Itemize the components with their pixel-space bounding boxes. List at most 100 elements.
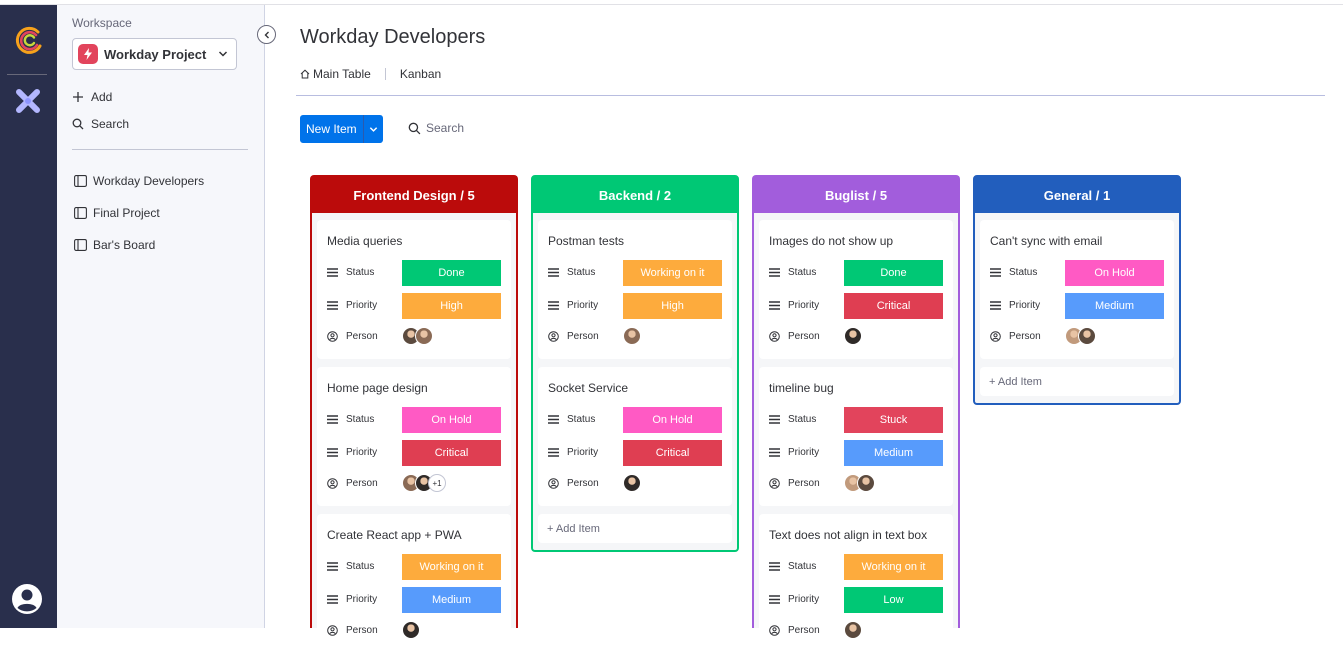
rail-divider	[7, 74, 47, 75]
board-link-label: Final Project	[93, 206, 160, 220]
card-title[interactable]: Postman tests	[548, 234, 722, 256]
person-avatars[interactable]	[402, 327, 428, 345]
collapse-panel-button[interactable]	[257, 25, 276, 44]
person-row: Person	[769, 469, 943, 497]
kanban-card[interactable]: Create React app + PWAStatusWorking on i…	[317, 514, 511, 653]
kanban-card[interactable]: timeline bugStatusStuckPriorityMediumPer…	[759, 367, 953, 506]
person-avatar	[844, 621, 862, 639]
person-avatar	[1078, 327, 1096, 345]
card-title[interactable]: Home page design	[327, 381, 501, 403]
column-header[interactable]: Backend / 2	[533, 177, 737, 213]
card-title[interactable]: Images do not show up	[769, 234, 943, 256]
priority-pill[interactable]: High	[402, 293, 501, 319]
tab-main-table[interactable]: Main Table	[300, 67, 371, 81]
person-avatar	[623, 474, 641, 492]
person-label: Person	[788, 478, 844, 489]
kanban-card[interactable]: Home page designStatusOn HoldPriorityCri…	[317, 367, 511, 506]
status-label: Status	[567, 267, 623, 278]
tab-kanban[interactable]: Kanban	[400, 67, 441, 81]
priority-pill[interactable]: Critical	[402, 440, 501, 466]
new-item-dropdown[interactable]	[363, 115, 383, 143]
board-search[interactable]: Search	[408, 121, 464, 135]
add-item-button[interactable]: + Add Item	[538, 514, 732, 543]
new-item-button[interactable]: New Item	[300, 115, 383, 143]
kanban-card[interactable]: Media queriesStatusDonePriorityHighPerso…	[317, 220, 511, 359]
board-link-label: Bar's Board	[93, 238, 155, 252]
column-header[interactable]: Frontend Design / 5	[312, 177, 516, 213]
add-item-button[interactable]: + Add Item	[980, 367, 1174, 396]
user-avatar-icon[interactable]	[11, 583, 43, 615]
kanban-column: Frontend Design / 5Media queriesStatusDo…	[310, 175, 518, 628]
person-avatars[interactable]	[844, 621, 857, 639]
person-row: Person+1	[327, 469, 501, 497]
card-title[interactable]: timeline bug	[769, 381, 943, 403]
priority-pill[interactable]: Medium	[844, 440, 943, 466]
priority-label: Priority	[346, 594, 402, 605]
person-avatars[interactable]	[844, 327, 857, 345]
card-title[interactable]: Socket Service	[548, 381, 722, 403]
person-avatars[interactable]	[623, 474, 636, 492]
menu-lines-icon	[769, 562, 783, 571]
status-pill[interactable]: Working on it	[623, 260, 722, 286]
status-label: Status	[567, 414, 623, 425]
workspace-name: Workday Project	[104, 47, 218, 62]
person-avatars[interactable]	[623, 327, 636, 345]
status-pill[interactable]: On Hold	[1065, 260, 1164, 286]
status-pill[interactable]: Working on it	[402, 554, 501, 580]
priority-row: PriorityCritical	[327, 436, 501, 469]
status-pill[interactable]: On Hold	[402, 407, 501, 433]
person-avatars[interactable]	[402, 621, 415, 639]
board-link-workday-developers[interactable]: Workday Developers	[74, 174, 204, 188]
priority-pill[interactable]: High	[623, 293, 722, 319]
home-logo-icon[interactable]	[12, 24, 44, 56]
kanban-card[interactable]: Text does not align in text boxStatusWor…	[759, 514, 953, 653]
kanban-card[interactable]: Can't sync with emailStatusOn HoldPriori…	[980, 220, 1174, 359]
priority-row: PriorityCritical	[548, 436, 722, 469]
column-header[interactable]: General / 1	[975, 177, 1179, 213]
menu-lines-icon	[327, 301, 341, 310]
person-avatars[interactable]: +1	[402, 474, 441, 492]
view-tabs: Main Table Kanban	[300, 67, 441, 81]
board-link-label: Workday Developers	[93, 174, 204, 188]
status-pill[interactable]: Stuck	[844, 407, 943, 433]
priority-pill[interactable]: Critical	[623, 440, 722, 466]
card-title[interactable]: Create React app + PWA	[327, 528, 501, 550]
person-avatars[interactable]	[1065, 327, 1091, 345]
kanban-card[interactable]: Socket Service StatusOn Hold PriorityCriti…	[538, 367, 732, 506]
priority-row: PriorityMedium	[327, 583, 501, 616]
status-pill[interactable]: On Hold	[623, 407, 722, 433]
kanban-card[interactable]: Postman testsStatusWorking on itPriority…	[538, 220, 732, 359]
menu-lines-icon	[769, 595, 783, 604]
card-title[interactable]: Can't sync with email	[990, 234, 1164, 256]
kanban-card[interactable]: Images do not show upStatusDonePriorityC…	[759, 220, 953, 359]
person-avatars[interactable]	[844, 474, 870, 492]
workspace-app-icon[interactable]	[15, 88, 41, 114]
search-button[interactable]: Search	[72, 117, 129, 131]
kanban-column: Backend / 2Postman testsStatusWorking on…	[531, 175, 739, 552]
priority-pill[interactable]: Low	[844, 587, 943, 613]
priority-label: Priority	[788, 300, 844, 311]
priority-pill[interactable]: Medium	[402, 587, 501, 613]
priority-pill[interactable]: Critical	[844, 293, 943, 319]
tab-separator	[385, 68, 386, 80]
workspace-selector[interactable]: Workday Project	[72, 38, 237, 70]
status-pill[interactable]: Working on it	[844, 554, 943, 580]
new-item-main[interactable]: New Item	[300, 115, 363, 143]
menu-lines-icon	[769, 268, 783, 277]
person-row: Person	[548, 469, 722, 497]
priority-label: Priority	[346, 300, 402, 311]
card-title[interactable]: Text does not align in text box	[769, 528, 943, 550]
kanban-column: Buglist / 5Images do not show upStatusDo…	[752, 175, 960, 628]
board-link-bars-board[interactable]: Bar's Board	[74, 238, 155, 252]
status-pill[interactable]: Done	[844, 260, 943, 286]
priority-pill[interactable]: Medium	[1065, 293, 1164, 319]
menu-lines-icon	[990, 301, 1004, 310]
column-header[interactable]: Buglist / 5	[754, 177, 958, 213]
add-button[interactable]: Add	[72, 90, 112, 104]
page-title: Workday Developers	[300, 26, 485, 49]
status-pill[interactable]: Done	[402, 260, 501, 286]
board-link-final-project[interactable]: Final Project	[74, 206, 160, 220]
card-title[interactable]: Media queries	[327, 234, 501, 256]
status-label: Status	[1009, 267, 1065, 278]
priority-row: PriorityLow	[769, 583, 943, 616]
